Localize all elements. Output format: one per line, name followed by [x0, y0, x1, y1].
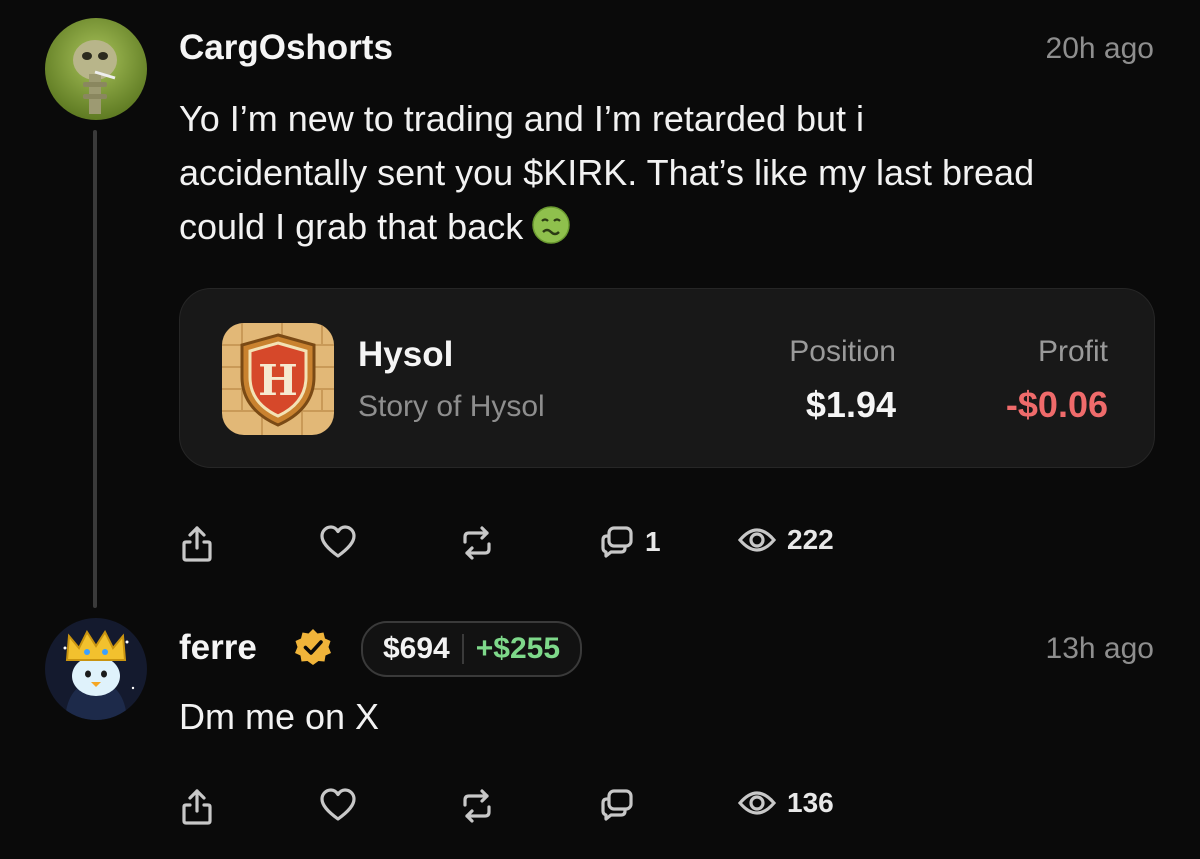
- reply-text: Dm me on X: [179, 696, 380, 737]
- repost-icon: [463, 526, 491, 560]
- heart-icon: [320, 525, 356, 558]
- avatar[interactable]: [45, 618, 147, 720]
- position-value: $1.94: [805, 384, 896, 425]
- avatar[interactable]: [45, 18, 147, 120]
- post-text-line: accidentally sent you $KIRK. That’s like…: [179, 152, 1035, 193]
- views-button[interactable]: 136: [737, 787, 834, 819]
- position-label: Position: [789, 335, 896, 368]
- timestamp: 13h ago: [1045, 632, 1154, 665]
- eye-icon: [737, 791, 777, 815]
- share-icon: [182, 789, 212, 825]
- views-button[interactable]: 222: [737, 524, 834, 556]
- token-name: Hysol: [358, 335, 454, 374]
- post-text-line: could I grab that back: [179, 200, 1034, 260]
- post-text: Yo I’m new to trading and I’m retarded b…: [179, 92, 1034, 260]
- pnl-total: $694: [383, 632, 450, 665]
- username[interactable]: ferre: [179, 628, 257, 668]
- comment-button[interactable]: [599, 787, 635, 823]
- comment-icon: [601, 789, 633, 821]
- profit-value: -$0.06: [1005, 384, 1108, 425]
- timestamp: 20h ago: [1045, 32, 1154, 65]
- repost-icon: [463, 789, 491, 823]
- post-text-line-text: could I grab that back: [179, 206, 524, 247]
- heart-icon: [320, 788, 356, 821]
- comment-icon: [601, 526, 633, 558]
- view-count: 136: [787, 787, 834, 818]
- comment-count: 1: [645, 526, 661, 557]
- comment-button[interactable]: 1: [599, 524, 661, 560]
- like-button[interactable]: [319, 524, 357, 560]
- thread-connector: [93, 130, 97, 608]
- svg-text:H: H: [258, 356, 298, 405]
- repost-button[interactable]: [459, 524, 495, 562]
- like-button[interactable]: [319, 787, 357, 823]
- share-button[interactable]: [179, 524, 215, 564]
- repost-button[interactable]: [459, 787, 495, 825]
- token-card[interactable]: H Hysol Story of Hysol Position $1.94 Pr…: [179, 288, 1155, 468]
- token-subtitle: Story of Hysol: [358, 390, 545, 423]
- username[interactable]: CargOshorts: [179, 28, 393, 68]
- nauseated-face-icon: [531, 205, 571, 260]
- pnl-gain: +$255: [475, 632, 561, 665]
- share-icon: [182, 526, 212, 562]
- view-count: 222: [787, 524, 834, 555]
- hysol-shield-icon: H: [222, 323, 334, 435]
- pnl-divider: [461, 634, 464, 664]
- pnl-badge[interactable]: $694 +$255: [361, 621, 583, 677]
- share-button[interactable]: [179, 787, 215, 827]
- verified-badge-icon: [292, 627, 334, 674]
- eye-icon: [737, 528, 777, 552]
- profit-label: Profit: [1037, 335, 1108, 368]
- post-text-line: Yo I’m new to trading and I’m retarded b…: [179, 98, 865, 139]
